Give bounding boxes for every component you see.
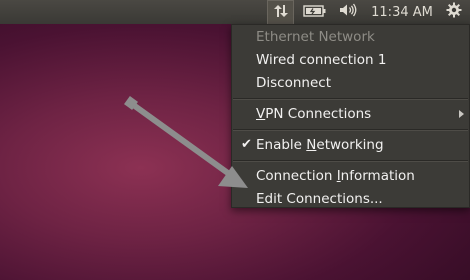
annotation-arrow [124,96,248,188]
